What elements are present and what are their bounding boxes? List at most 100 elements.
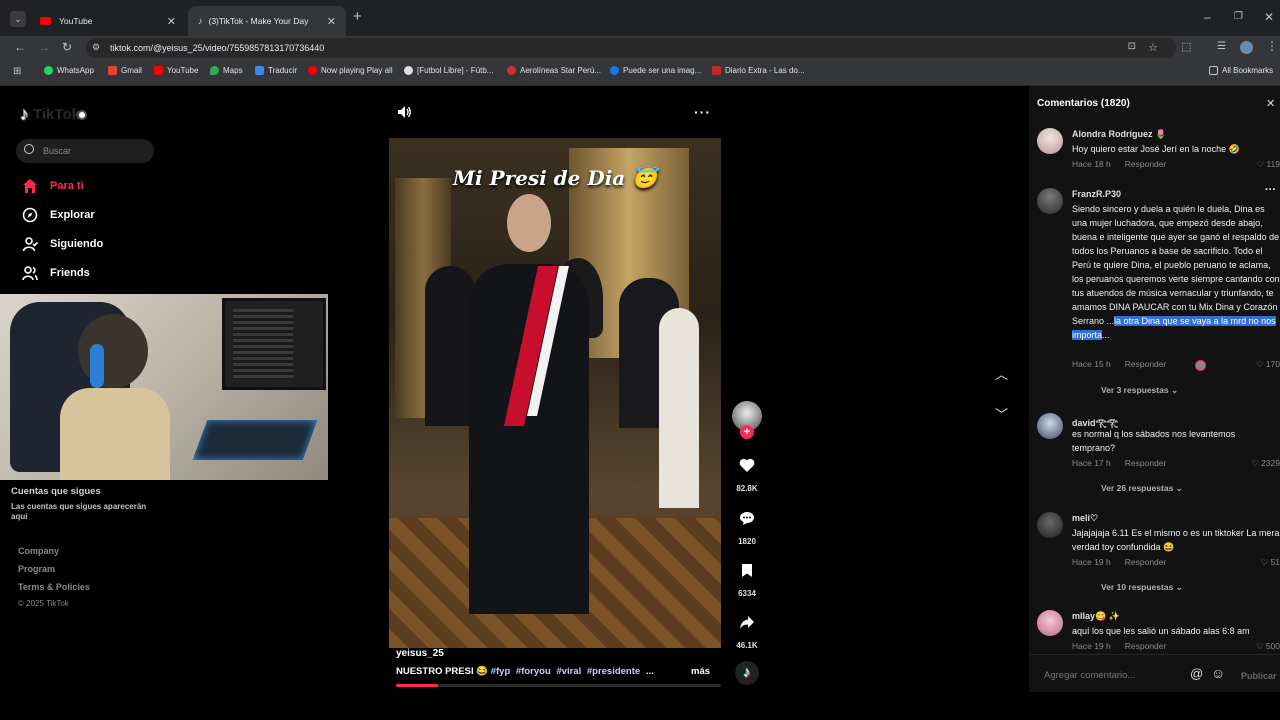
close-tab-icon[interactable]: ✕: [327, 15, 336, 28]
comment-text: Hoy quiero estar José Jerí en la noche 🤣: [1072, 144, 1240, 154]
back-icon[interactable]: ←: [14, 41, 26, 53]
extensions-icon[interactable]: ⬚: [1181, 41, 1191, 53]
comment-likes[interactable]: ♡ 51: [1261, 557, 1280, 568]
save-button[interactable]: 6334: [732, 563, 762, 598]
footer-program[interactable]: Program: [18, 564, 55, 574]
close-comments-icon[interactable]: ✕: [1266, 97, 1275, 110]
hashtag[interactable]: #viral: [556, 666, 581, 677]
bookmark-youtube[interactable]: YouTube: [154, 66, 198, 75]
avatar[interactable]: [1037, 413, 1063, 439]
view-replies-button[interactable]: Ver 3 respuestas ⌄: [1101, 385, 1178, 396]
view-replies-button[interactable]: Ver 10 respuestas ⌄: [1101, 582, 1183, 593]
bookmark-facebook[interactable]: Puede ser una imag...: [610, 66, 701, 75]
restore-icon[interactable]: ❐: [1234, 11, 1243, 23]
footer-company[interactable]: Company: [18, 546, 59, 556]
publish-button[interactable]: Publicar: [1241, 671, 1277, 681]
site-info-icon[interactable]: ⚙: [92, 42, 100, 53]
follow-plus-icon[interactable]: +: [740, 425, 754, 439]
footer-terms[interactable]: Terms & Policies: [18, 582, 90, 592]
close-window-icon[interactable]: ✕: [1264, 11, 1274, 23]
share-button[interactable]: 46.1K: [732, 615, 762, 650]
reply-button[interactable]: Responder: [1125, 641, 1167, 651]
bookmark-futbol-libre[interactable]: [Futbol Libre] - Fútb...: [404, 66, 493, 75]
url-text[interactable]: tiktok.com/@yeisus_25/video/755985781317…: [110, 43, 324, 53]
caption-ellipsis: ...: [645, 666, 654, 677]
like-button[interactable]: 82.8K: [732, 458, 762, 493]
all-bookmarks[interactable]: All Bookmarks: [1209, 66, 1273, 75]
bookmark-whatsapp[interactable]: WhatsApp: [44, 66, 94, 75]
more-button[interactable]: más: [691, 666, 710, 677]
avatar[interactable]: [1037, 188, 1063, 214]
caption-text: NUESTRO PRESI 😂: [396, 666, 489, 677]
home-icon: [23, 179, 37, 193]
hashtag[interactable]: #foryou: [516, 666, 551, 677]
comment-likes[interactable]: ♡ 170: [1256, 359, 1280, 370]
tab-tiktok[interactable]: ♪ (3)TikTok - Make Your Day ✕: [188, 6, 346, 36]
bookmark-gmail[interactable]: Gmail: [108, 66, 142, 75]
comment-likes[interactable]: ♡ 500: [1256, 641, 1280, 652]
hashtag[interactable]: #fyp: [491, 666, 511, 677]
tiktok-sound-icon: ♪: [735, 661, 759, 685]
tiktok-logo-icon: ♪: [20, 104, 29, 124]
nav-friends[interactable]: Friends: [22, 265, 90, 281]
sound-disc[interactable]: ♪: [732, 661, 762, 685]
nav-siguiendo[interactable]: Siguiendo: [22, 236, 103, 252]
avatar[interactable]: [1037, 512, 1063, 538]
new-tab-icon[interactable]: +: [353, 9, 362, 24]
nav-explorar[interactable]: Explorar: [22, 207, 95, 223]
reply-button[interactable]: Responder: [1125, 557, 1167, 567]
avatar[interactable]: [1037, 128, 1063, 154]
comment-time: Hace 15 h: [1072, 359, 1111, 369]
close-tab-icon[interactable]: ✕: [167, 15, 176, 28]
comment-username[interactable]: Alondra Rodríguez 🌷: [1072, 129, 1166, 140]
avatar[interactable]: [1037, 610, 1063, 636]
reload-icon[interactable]: ↻: [62, 41, 72, 53]
bookmark-diario-extra[interactable]: Diario Extra - Las do...: [712, 66, 805, 75]
search-input[interactable]: Buscar: [43, 146, 71, 156]
bookmark-star-icon[interactable]: ☆: [1148, 41, 1158, 54]
view-replies-button[interactable]: Ver 26 respuestas ⌄: [1101, 483, 1183, 494]
bookmark-star-peru[interactable]: Aerolíneas Star Perú...: [507, 66, 601, 75]
reply-button[interactable]: Responder: [1125, 159, 1167, 169]
nav-para-ti[interactable]: Para ti: [22, 178, 84, 194]
comment-username[interactable]: FranzR.P30: [1072, 189, 1121, 199]
comment-options-icon[interactable]: ···: [1265, 184, 1276, 196]
previous-video-icon[interactable]: ︿: [995, 364, 1008, 383]
menu-icon[interactable]: ⋮: [1266, 40, 1278, 52]
comment-likes[interactable]: ♡ 2329: [1251, 458, 1280, 469]
emoji-icon[interactable]: ☺: [1211, 665, 1225, 681]
forward-icon[interactable]: →: [38, 41, 50, 53]
bookmark-traducir[interactable]: Traducir: [255, 66, 297, 75]
comment-username[interactable]: mllay😋 ✨: [1072, 611, 1120, 622]
media-controls-icon[interactable]: ☰: [1217, 41, 1226, 53]
next-video-icon[interactable]: ﹀: [995, 404, 1008, 423]
comment-input[interactable]: Agregar comentario...: [1044, 670, 1135, 681]
tiktok-logo[interactable]: ♪ TikTok: [20, 104, 87, 125]
share-count: 46.1K: [736, 641, 758, 650]
minimize-icon[interactable]: –: [1204, 11, 1211, 23]
video-player[interactable]: Mi Presi de Dia 😇: [389, 138, 721, 648]
reply-button[interactable]: Responder: [1125, 359, 1167, 369]
more-options-icon[interactable]: ···: [694, 104, 711, 120]
bookmark-maps[interactable]: Maps: [210, 66, 243, 75]
youtube-favicon-icon: [40, 17, 51, 25]
address-bar[interactable]: ⚙ tiktok.com/@yeisus_25/video/7559857813…: [86, 38, 1176, 58]
search-box[interactable]: Buscar: [16, 139, 154, 163]
comment-username[interactable]: meli♡: [1072, 513, 1098, 524]
video-author[interactable]: yeisus_25: [396, 648, 444, 659]
hashtag[interactable]: #presidente: [587, 666, 640, 677]
mention-icon[interactable]: @: [1190, 666, 1203, 681]
tab-search-icon[interactable]: ⌄: [10, 11, 26, 27]
install-icon[interactable]: ⊡: [1128, 41, 1136, 52]
tab-youtube[interactable]: YouTube ✕: [30, 6, 186, 36]
keyboard-image: [192, 420, 318, 460]
comment-likes[interactable]: ♡ 119: [1256, 159, 1280, 170]
progress-bar[interactable]: [396, 684, 721, 687]
profile-avatar[interactable]: [1240, 41, 1253, 54]
comment-button[interactable]: 1820: [732, 511, 762, 546]
apps-icon[interactable]: ⊞: [13, 66, 21, 78]
author-avatar-button[interactable]: +: [732, 401, 762, 439]
bookmark-now-playing[interactable]: Now playing Play all: [308, 66, 393, 75]
reply-button[interactable]: Responder: [1125, 458, 1167, 468]
volume-icon[interactable]: [397, 105, 412, 124]
